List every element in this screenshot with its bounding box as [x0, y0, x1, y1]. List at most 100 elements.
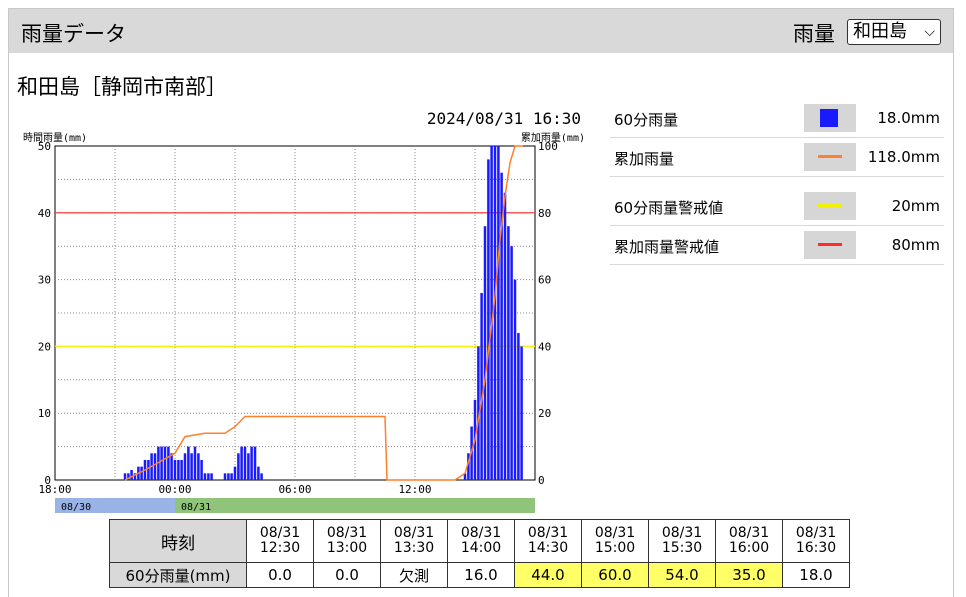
left-tick-label: 10	[38, 407, 51, 420]
rainfall-bar	[237, 453, 240, 480]
rainfall-bar	[510, 246, 513, 480]
legend-item: 累加雨量警戒値 80mm	[610, 226, 944, 265]
legend-marker	[820, 109, 838, 127]
panel-title: 雨量データ	[21, 22, 126, 46]
value-cell: 35.0	[715, 562, 783, 588]
time-cell: 08/31 16:30	[782, 519, 850, 563]
station-select[interactable]: 和田島 ⌵	[847, 19, 941, 45]
value-cell: 欠測	[380, 562, 448, 588]
rainfall-bar	[173, 459, 177, 480]
legend-label: 累加雨量警戒値	[614, 238, 720, 256]
time-date: 08/31	[795, 525, 837, 541]
time-date: 08/31	[527, 525, 569, 541]
right-axis-title: 累加雨量(mm)	[521, 132, 585, 144]
legend-swatch	[804, 192, 856, 220]
rainfall-bar	[250, 446, 253, 480]
time-date: 08/31	[728, 525, 770, 541]
right-tick-label: 40	[538, 340, 551, 353]
time-hm: 16:30	[795, 540, 837, 556]
legend-value: 20mm	[891, 197, 940, 215]
time-cell: 08/31 14:30	[514, 519, 582, 563]
legend-swatch	[804, 231, 856, 259]
rainfall-bar	[160, 446, 163, 480]
left-tick-label: 40	[38, 207, 51, 220]
left-tick-label: 20	[38, 340, 51, 353]
rainfall-bar	[147, 459, 150, 480]
value-cell: 0.0	[246, 562, 314, 588]
rainfall-bar	[207, 473, 210, 480]
time-date: 08/31	[594, 525, 636, 541]
rainfall-bar	[230, 473, 233, 480]
rainfall-bar	[497, 146, 500, 480]
rainfall-bar	[197, 453, 200, 480]
value-cell: 44.0	[514, 562, 582, 588]
chevron-down-icon: ⌵	[924, 24, 935, 40]
x-tick-label: 18:00	[38, 483, 71, 496]
time-hm: 13:00	[326, 540, 368, 556]
legend-marker	[818, 204, 842, 207]
legend-value: 18.0mm	[877, 109, 940, 127]
rainfall-bar	[483, 226, 487, 480]
rainfall-bar	[257, 466, 260, 480]
time-date: 08/31	[259, 525, 301, 541]
x-tick-label: 00:00	[158, 483, 191, 496]
legend-item: 60分雨量 18.0mm	[610, 99, 944, 138]
rainfall-bar	[130, 469, 133, 480]
rainfall-bar	[240, 446, 243, 480]
rainfall-bar	[210, 473, 213, 480]
rainfall-bar	[233, 466, 237, 480]
rainfall-bar	[200, 459, 203, 480]
rainfall-bar	[193, 446, 197, 480]
time-hm: 14:00	[460, 540, 502, 556]
legend-label: 60分雨量	[614, 111, 679, 129]
time-date: 08/31	[460, 525, 502, 541]
date-band-0831	[175, 498, 535, 513]
time-cell: 08/31 14:00	[447, 519, 515, 563]
legend-swatch	[804, 143, 856, 171]
time-hm: 15:30	[661, 540, 703, 556]
time-date: 08/31	[661, 525, 703, 541]
date-label: 08/31	[181, 502, 211, 513]
value-cell: 60.0	[581, 562, 649, 588]
rainfall-bar	[180, 459, 183, 480]
rainfall-bar	[153, 453, 157, 480]
time-cell: 08/31 12:30	[246, 519, 314, 563]
legend-item: 60分雨量警戒値 20mm	[610, 187, 944, 226]
legend: 60分雨量 18.0mm 累加雨量 118.0mm 60分雨量警戒値 20mm 累加雨量警戒…	[610, 99, 944, 265]
rainfall-bar	[243, 446, 247, 480]
legend-marker	[818, 155, 842, 158]
legend-value: 80mm	[891, 236, 940, 254]
time-hm: 13:30	[393, 540, 435, 556]
x-tick-label: 12:00	[398, 483, 431, 496]
chart-timestamp: 2024/08/31 16:30	[427, 109, 581, 128]
value-cell: 0.0	[313, 562, 381, 588]
time-cell: 08/31 13:30	[380, 519, 448, 563]
time-hm: 14:30	[527, 540, 569, 556]
time-cell: 08/31 15:00	[581, 519, 649, 563]
time-hm: 15:00	[594, 540, 636, 556]
select-label: 雨量	[793, 22, 835, 46]
row-header: 60分雨量(mm)	[109, 562, 247, 588]
rainfall-chart: 50 10040 8030 6020 4010 200 018:00 00:00 06:00 12…	[23, 109, 585, 513]
time-cell: 08/31 13:00	[313, 519, 381, 563]
rainfall-bar	[517, 333, 520, 480]
rainfall-bar	[163, 446, 167, 480]
legend-value: 118.0mm	[867, 148, 940, 166]
rainfall-bar	[177, 459, 180, 480]
right-tick-label: 20	[538, 407, 551, 420]
time-hm: 12:30	[259, 540, 301, 556]
right-tick-label: 80	[538, 207, 551, 220]
time-date: 08/31	[326, 525, 368, 541]
rainfall-bar	[503, 192, 507, 480]
panel-header: 雨量データ 雨量 和田島 ⌵	[9, 9, 953, 53]
rainfall-bar	[203, 473, 207, 480]
right-tick-label: 0	[538, 474, 545, 487]
rainfall-bar	[223, 473, 227, 480]
rainfall-bar	[167, 446, 170, 480]
x-tick-label: 06:00	[278, 483, 311, 496]
rainfall-bar	[520, 346, 523, 480]
rainfall-bar	[140, 466, 143, 480]
value-cell: 18.0	[782, 562, 850, 588]
rainfall-bar	[507, 226, 510, 480]
value-cell: 16.0	[447, 562, 515, 588]
